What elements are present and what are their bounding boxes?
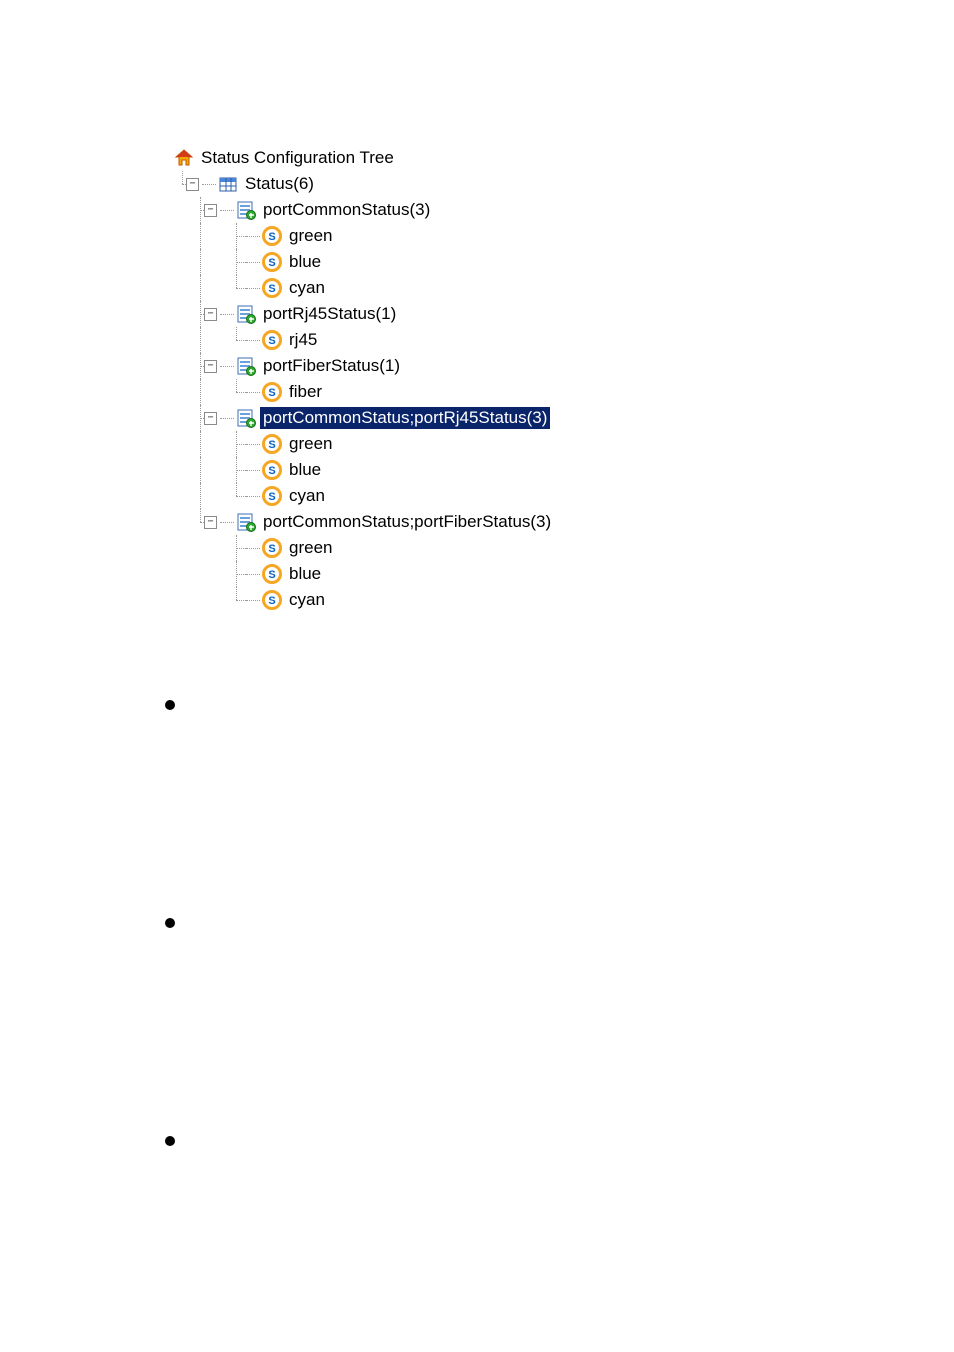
collapse-toggle[interactable]: − (204, 516, 217, 529)
tree-leaf[interactable]: Sgreen (174, 431, 554, 457)
tree-children: −portCommonStatus(3)SgreenSblueScyan−por… (174, 197, 554, 613)
tree-leaf-label: blue (286, 459, 324, 481)
collapse-toggle[interactable]: − (204, 360, 217, 373)
status-s-icon: S (262, 590, 282, 610)
list-add-icon (236, 200, 256, 220)
svg-text:S: S (268, 283, 275, 295)
tree-leaf[interactable]: Srj45 (174, 327, 554, 353)
collapse-toggle[interactable]: − (204, 412, 217, 425)
tree-group-label: portRj45Status(1) (260, 303, 399, 325)
tree-group-label: portCommonStatus;portRj45Status(3) (260, 407, 550, 429)
svg-text:S: S (268, 231, 275, 243)
bullet-icon (165, 918, 175, 928)
tree-leaf[interactable]: Sblue (174, 561, 554, 587)
tree-root-label: Status Configuration Tree (198, 147, 397, 169)
status-s-icon: S (262, 538, 282, 558)
home-icon (174, 148, 194, 168)
svg-text:S: S (268, 595, 275, 607)
tree-group-label: portCommonStatus;portFiberStatus(3) (260, 511, 554, 533)
tree-group[interactable]: − portCommonStatus;portRj45Status(3) (174, 405, 554, 431)
list-add-icon (236, 356, 256, 376)
tree-leaf[interactable]: Scyan (174, 275, 554, 301)
svg-text:S: S (268, 465, 275, 477)
status-s-icon: S (262, 564, 282, 584)
status-s-icon: S (262, 330, 282, 350)
tree-leaf[interactable]: Scyan (174, 483, 554, 509)
status-s-icon: S (262, 460, 282, 480)
tree-item-status[interactable]: − Status(6) (174, 171, 554, 197)
bullet-list (165, 700, 175, 1146)
tree-group-label: portFiberStatus(1) (260, 355, 403, 377)
list-add-icon (236, 512, 256, 532)
tree-leaf-label: green (286, 433, 335, 455)
svg-text:S: S (268, 439, 275, 451)
svg-text:S: S (268, 257, 275, 269)
svg-text:S: S (268, 491, 275, 503)
tree-leaf-label: green (286, 537, 335, 559)
status-s-icon: S (262, 434, 282, 454)
svg-text:S: S (268, 543, 275, 555)
collapse-toggle[interactable]: − (204, 204, 217, 217)
tree-leaf[interactable]: Sgreen (174, 223, 554, 249)
tree-leaf[interactable]: Sgreen (174, 535, 554, 561)
status-s-icon: S (262, 278, 282, 298)
collapse-toggle[interactable]: − (204, 308, 217, 321)
tree-leaf-label: blue (286, 563, 324, 585)
tree-group[interactable]: − portFiberStatus(1) (174, 353, 554, 379)
tree-leaf-label: rj45 (286, 329, 320, 351)
tree-leaf-label: green (286, 225, 335, 247)
status-s-icon: S (262, 486, 282, 506)
table-icon (218, 174, 238, 194)
tree-group-label: portCommonStatus(3) (260, 199, 433, 221)
status-s-icon: S (262, 252, 282, 272)
tree-group[interactable]: − portRj45Status(1) (174, 301, 554, 327)
tree-leaf[interactable]: Scyan (174, 587, 554, 613)
tree-group[interactable]: − portCommonStatus(3) (174, 197, 554, 223)
status-s-icon: S (262, 382, 282, 402)
collapse-toggle[interactable]: − (186, 178, 199, 191)
bullet-icon (165, 1136, 175, 1146)
tree-leaf-label: cyan (286, 277, 328, 299)
tree-leaf-label: cyan (286, 589, 328, 611)
tree-group[interactable]: − portCommonStatus;portFiberStatus(3) (174, 509, 554, 535)
tree-leaf-label: cyan (286, 485, 328, 507)
svg-text:S: S (268, 387, 275, 399)
tree-leaf[interactable]: Sblue (174, 249, 554, 275)
status-s-icon: S (262, 226, 282, 246)
tree-leaf-label: blue (286, 251, 324, 273)
svg-text:S: S (268, 569, 275, 581)
tree-item-label: Status(6) (242, 173, 317, 195)
bullet-icon (165, 700, 175, 710)
tree-view: Status Configuration Tree − Status(6) − p… (174, 145, 554, 613)
tree-leaf[interactable]: Sfiber (174, 379, 554, 405)
tree-leaf[interactable]: Sblue (174, 457, 554, 483)
svg-text:S: S (268, 335, 275, 347)
list-add-icon (236, 408, 256, 428)
tree-leaf-label: fiber (286, 381, 325, 403)
list-add-icon (236, 304, 256, 324)
tree-root[interactable]: Status Configuration Tree (174, 145, 554, 171)
